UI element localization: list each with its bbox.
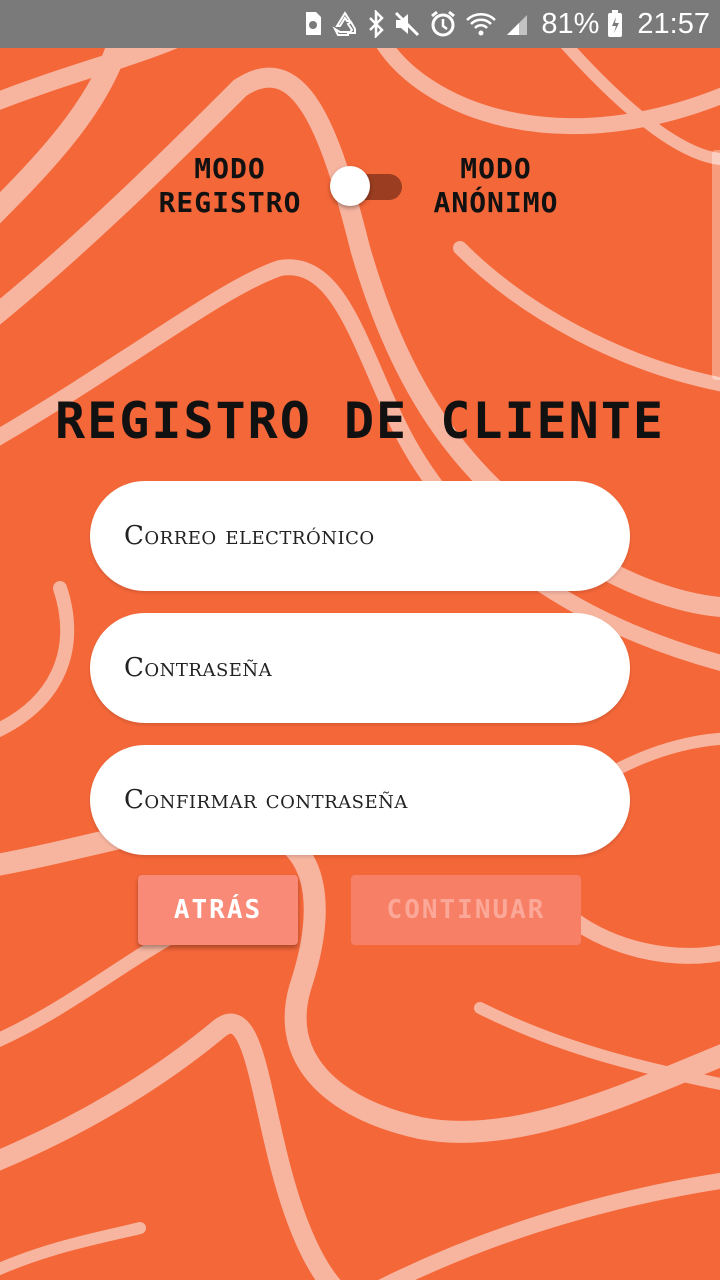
clock: 21:57: [637, 7, 710, 40]
mode-toggle-switch[interactable]: [330, 166, 406, 206]
email-input[interactable]: [122, 520, 606, 552]
battery-percentage: 81%: [541, 7, 600, 40]
password-field[interactable]: [90, 613, 630, 723]
page-title: REGISTRO DE CLIENTE: [55, 392, 665, 450]
confirm-password-input[interactable]: [122, 784, 606, 816]
bluetooth-icon: [367, 10, 385, 38]
mode-registro-label: MODO REGISTRO: [158, 152, 302, 219]
mute-icon: [393, 10, 421, 38]
switch-thumb[interactable]: [330, 166, 370, 206]
sd-card-icon: [303, 11, 323, 37]
scroll-indicator[interactable]: [712, 150, 720, 380]
wifi-icon: [465, 11, 497, 37]
email-field[interactable]: [90, 481, 630, 591]
alarm-icon: [429, 10, 457, 38]
confirm-password-field[interactable]: [90, 745, 630, 855]
recycle-icon: [331, 11, 359, 37]
signal-icon: [505, 11, 529, 37]
status-icons: 81% 21:57: [303, 8, 710, 41]
battery-charging-icon: [607, 10, 623, 38]
continue-button[interactable]: CONTINUAR: [351, 875, 581, 945]
password-input[interactable]: [122, 652, 606, 684]
status-bar: 81% 21:57: [0, 0, 720, 48]
back-button[interactable]: ATRÁS: [138, 875, 298, 945]
mode-anonimo-label: MODO ANÓNIMO: [433, 152, 559, 219]
